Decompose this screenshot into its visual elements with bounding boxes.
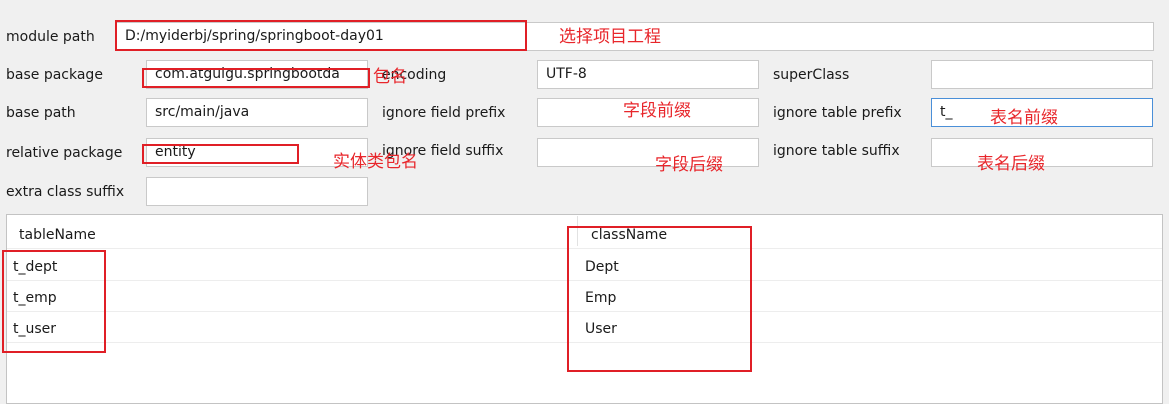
superclass-input[interactable] [931, 60, 1153, 89]
annotation-table-suffix: 表名后缀 [977, 154, 1045, 174]
encoding-input[interactable]: UTF-8 [537, 60, 759, 89]
base-package-label: base package [6, 67, 103, 83]
annotation-box-classname-column [567, 226, 752, 372]
annotation-box-relative-package [142, 144, 299, 164]
ignore-table-prefix-label: ignore table prefix [773, 105, 902, 121]
ignore-table-suffix-label: ignore table suffix [773, 143, 900, 159]
base-path-label: base path [6, 105, 76, 121]
annotation-entity-package: 实体类包名 [333, 152, 418, 172]
annotation-box-base-package [142, 68, 370, 88]
extra-class-suffix-label: extra class suffix [6, 184, 125, 200]
base-path-input[interactable]: src/main/java [146, 98, 368, 127]
superclass-label: superClass [773, 67, 850, 83]
annotation-field-prefix: 字段前缀 [623, 101, 691, 121]
annotation-package-name: 包名 [373, 67, 407, 87]
module-path-label: module path [6, 29, 95, 45]
annotation-box-tablename-column [2, 250, 106, 353]
annotation-table-prefix: 表名前缀 [990, 108, 1058, 128]
annotation-box-module-path [115, 20, 527, 51]
column-header-tablename[interactable]: tableName [19, 225, 96, 245]
ignore-field-suffix-input[interactable] [537, 138, 759, 167]
annotation-select-project: 选择项目工程 [559, 27, 661, 47]
ignore-field-prefix-label: ignore field prefix [382, 105, 506, 121]
relative-package-label: relative package [6, 145, 123, 161]
annotation-field-suffix: 字段后缀 [655, 155, 723, 175]
extra-class-suffix-input[interactable] [146, 177, 368, 206]
